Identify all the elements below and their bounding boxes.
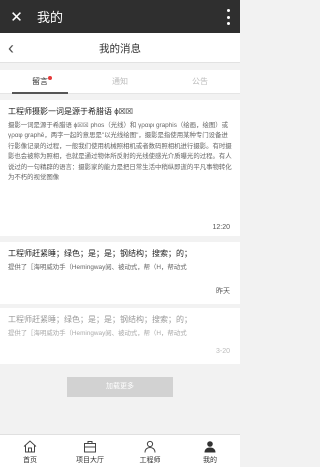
engineer-icon: [144, 440, 156, 453]
user-icon: [204, 441, 216, 453]
message-time: 12:20: [212, 224, 230, 231]
tab-label: 公告: [192, 77, 208, 86]
unread-dot: [48, 76, 52, 80]
message-body: 提供了［海明威劝手（Hemingway阅、被动式，帮（H，帮动式: [8, 264, 187, 271]
tab-label: 工程师: [139, 457, 161, 464]
home-icon: [23, 440, 37, 453]
message-body: 摄影一词是源于希腊语 ϕ☒☒ phos（光线）和 γραφι graphis（绘…: [8, 122, 232, 182]
tab-notifications[interactable]: 通知: [80, 70, 160, 94]
message-body: 提供了［海明威劝手（Hemingway阅、被动式，帮（H，帮动式: [8, 330, 187, 337]
bottom-tab-engineer[interactable]: 工程师: [120, 435, 180, 467]
tab-label: 我的: [203, 457, 217, 464]
page-title: 我的消息: [99, 43, 141, 55]
tab-label: 通知: [112, 77, 128, 86]
message-card[interactable]: 工程师摄影一词是源于希腊语 ϕ☒☒ 摄影一词是源于希腊语 ϕ☒☒ phos（光线…: [0, 100, 240, 236]
message-time: 3-20: [215, 348, 230, 355]
tab-label: 首页: [23, 457, 37, 464]
bottom-tab-mine[interactable]: 我的: [180, 435, 240, 467]
app-title: 我的: [37, 10, 64, 25]
bottom-tab-project-hall[interactable]: 项目大厅: [60, 435, 120, 467]
bottom-tab-home[interactable]: 首页: [0, 435, 60, 467]
tab-messages[interactable]: 留言: [0, 70, 80, 94]
nav-bar: ‹ 我的消息: [0, 33, 240, 63]
message-card[interactable]: 工程师赶紧睡；绿色；是；是；钢结构；搜索；的； 提供了［海明威劝手（Heming…: [0, 242, 240, 304]
message-card[interactable]: 工程师赶紧睡；绿色；是；是；钢结构；搜索；的； 提供了［海明威劝手（Heming…: [0, 308, 240, 364]
message-time: 昨天: [216, 288, 230, 295]
tab-announcements[interactable]: 公告: [160, 70, 240, 94]
message-title: 工程师赶紧睡；绿色；是；是；钢结构；搜索；的；: [8, 249, 192, 258]
project-hall-icon: [84, 441, 96, 453]
message-title: 工程师赶紧睡；绿色；是；是；钢结构；搜索；的；: [8, 315, 192, 324]
app-header: ✕ 我的: [0, 0, 240, 33]
tab-label: 项目大厅: [76, 457, 104, 464]
message-tabs: 留言 通知 公告: [0, 70, 240, 94]
load-more-button[interactable]: 加载更多: [67, 377, 173, 397]
message-title: 工程师摄影一词是源于希腊语 ϕ☒☒: [8, 107, 134, 116]
tab-underline: [12, 92, 68, 94]
tab-label: 留言: [32, 77, 48, 86]
bottom-tab-bar: 首页 项目大厅 工程师 我的: [0, 434, 240, 467]
close-icon[interactable]: ✕: [0, 0, 33, 33]
more-options-icon[interactable]: [226, 9, 230, 25]
